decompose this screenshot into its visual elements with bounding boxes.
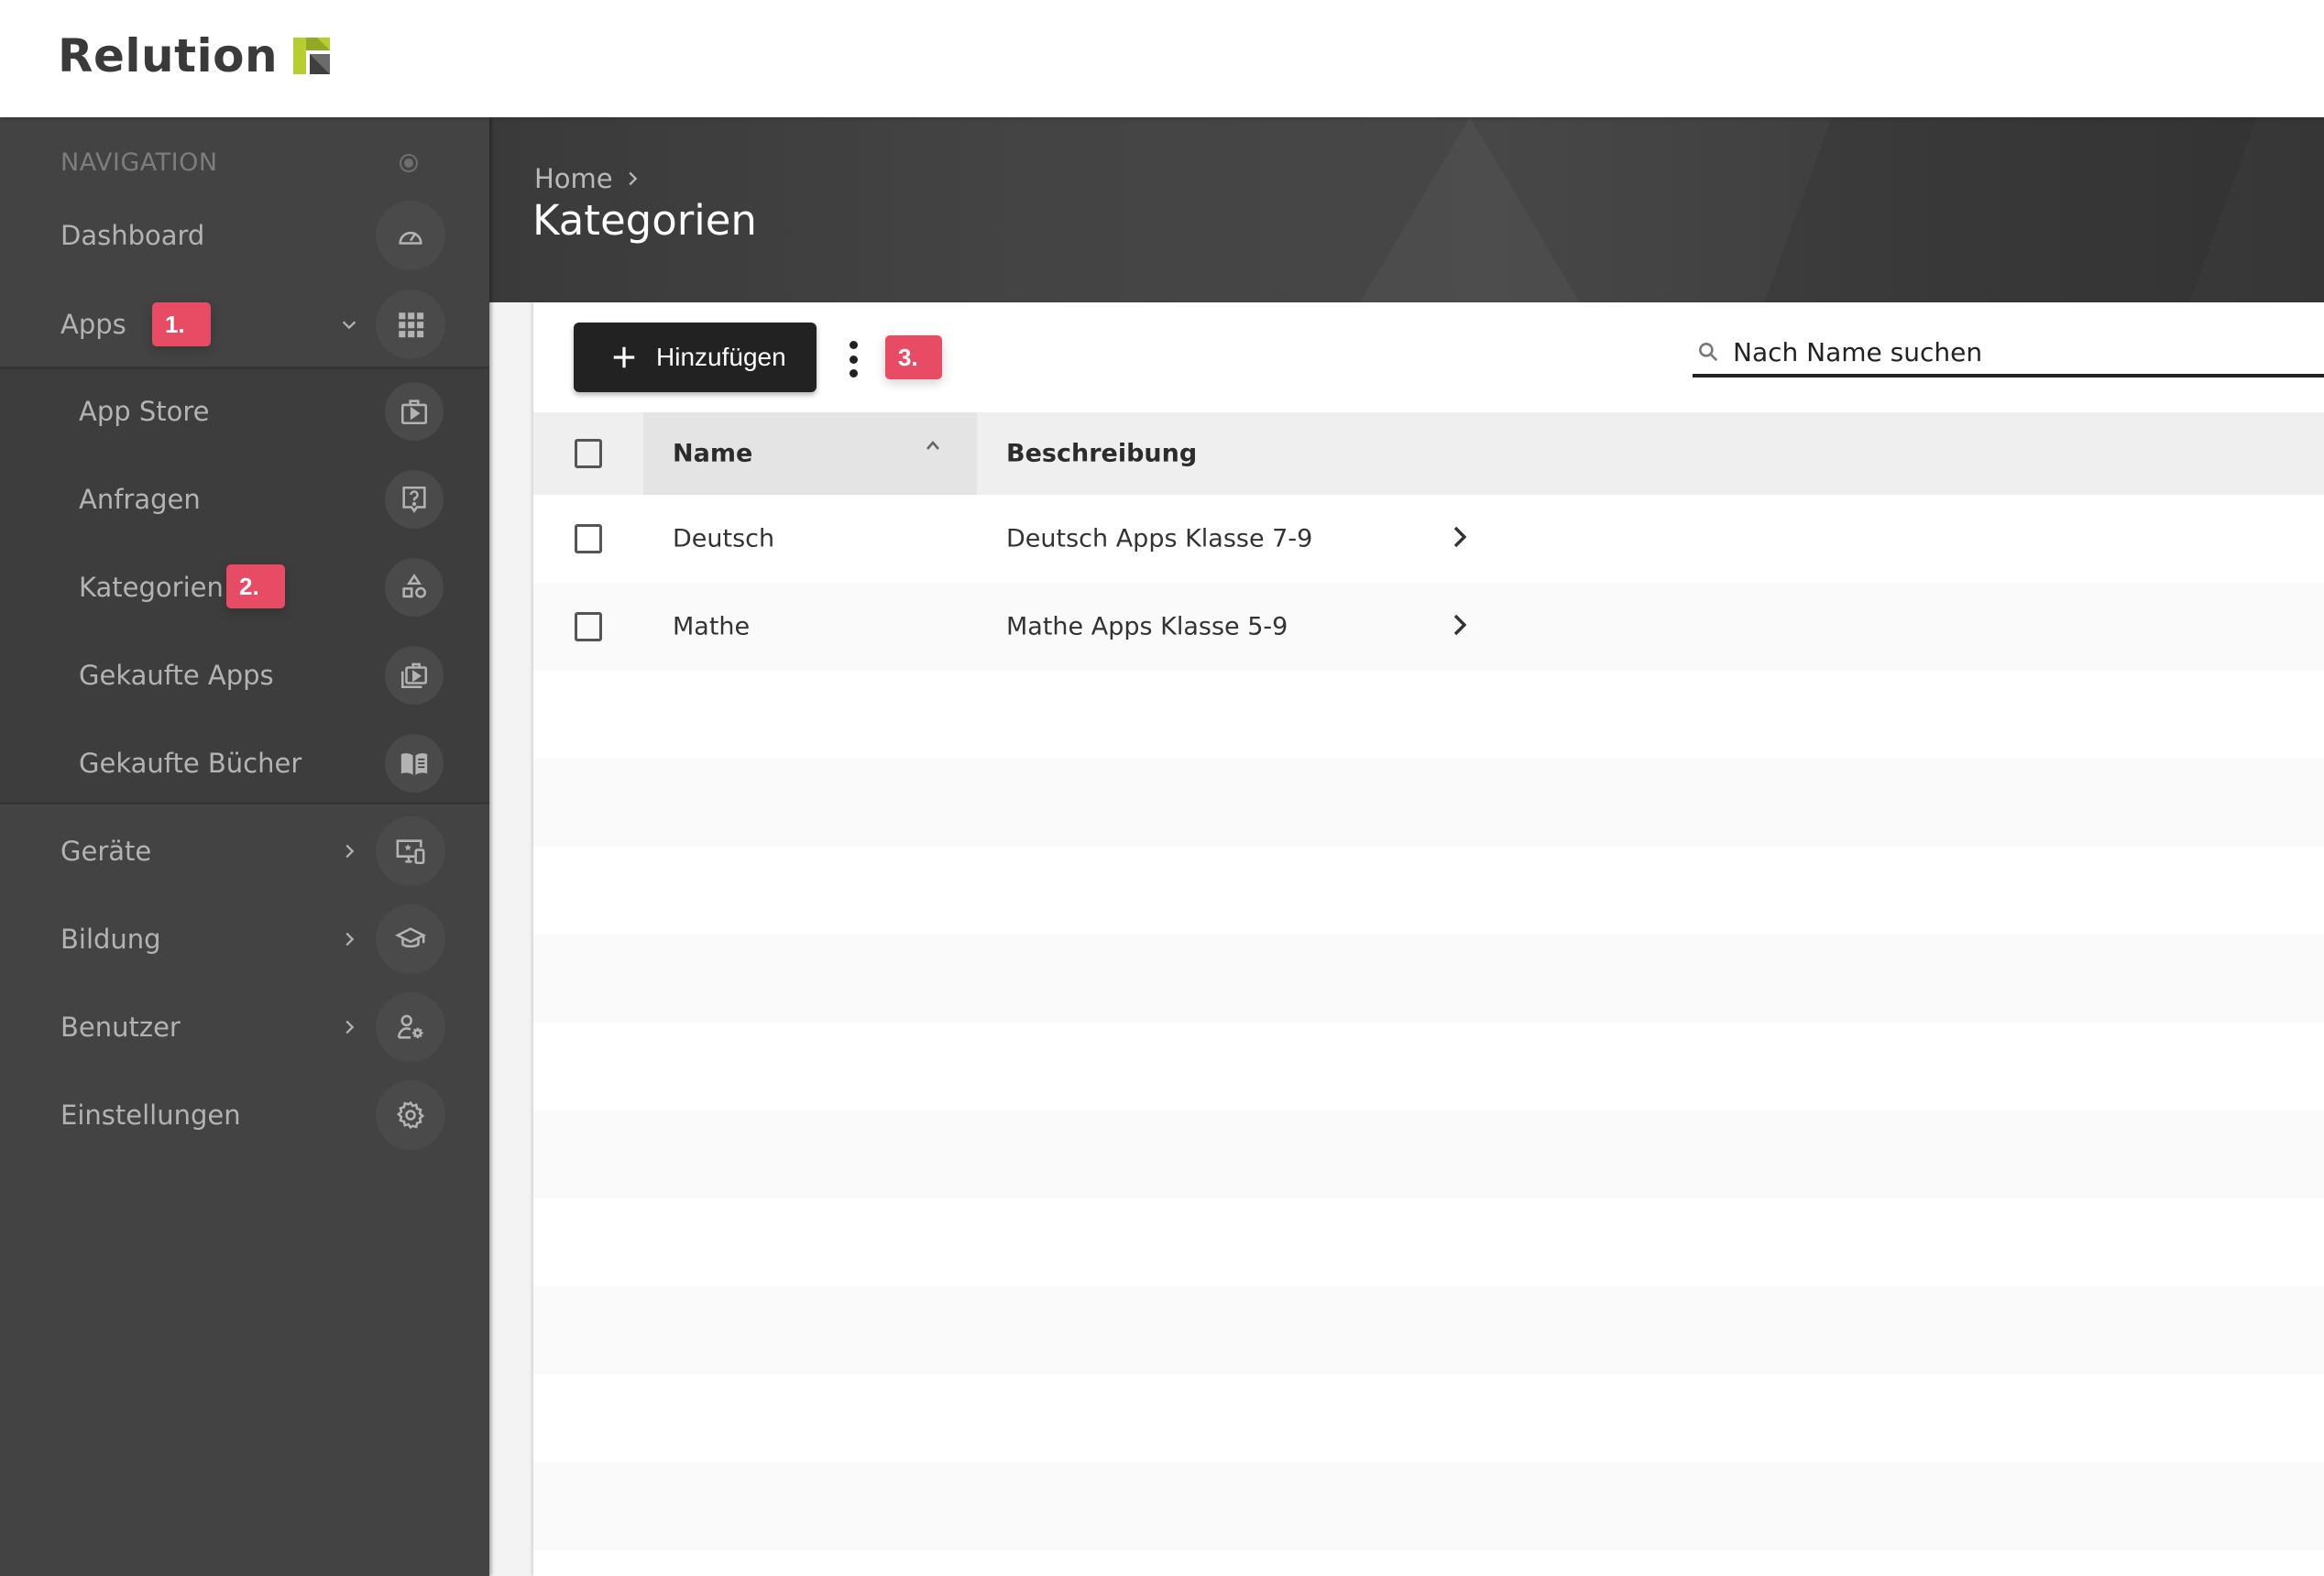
sidebar-item-label: Bildung bbox=[60, 924, 161, 955]
annotation-badge-1: 1. bbox=[152, 302, 211, 346]
empty-row bbox=[533, 1198, 2324, 1286]
table-header: Name Beschreibung bbox=[533, 412, 2324, 495]
empty-row bbox=[533, 671, 2324, 759]
search-input[interactable] bbox=[1733, 336, 2283, 367]
empty-row bbox=[533, 1286, 2324, 1374]
cell-name: Deutsch bbox=[673, 524, 775, 553]
sidebar-item-label: Benutzer bbox=[60, 1012, 181, 1043]
row-checkbox[interactable] bbox=[575, 612, 602, 641]
gear-icon bbox=[376, 1080, 445, 1150]
sidebar-item-anfragen[interactable]: Anfragen bbox=[0, 455, 489, 543]
cell-description: Mathe Apps Klasse 5-9 bbox=[1006, 612, 1288, 641]
sidebar-item-gekaufte-apps[interactable]: Gekaufte Apps bbox=[0, 631, 489, 719]
select-all-checkbox[interactable] bbox=[575, 439, 602, 468]
annotation-badge-3: 3. bbox=[885, 335, 942, 379]
sidebar-item-label: Einstellungen bbox=[60, 1100, 241, 1131]
table-row[interactable]: Mathe Mathe Apps Klasse 5-9 bbox=[533, 583, 2324, 671]
banner-decoration bbox=[1690, 117, 2324, 302]
sidebar-item-label: Kategorien bbox=[79, 572, 224, 603]
chevron-right-icon bbox=[345, 1020, 355, 1034]
chevron-right-icon[interactable] bbox=[1450, 524, 1470, 550]
graduation-cap-icon bbox=[376, 904, 445, 974]
row-checkbox[interactable] bbox=[575, 524, 602, 553]
empty-row bbox=[533, 1111, 2324, 1198]
sidebar-item-bildung[interactable]: Bildung bbox=[0, 895, 489, 983]
sidebar-item-label: Gekaufte Apps bbox=[79, 660, 274, 691]
breadcrumb-home-link[interactable]: Home bbox=[534, 163, 613, 194]
sidebar-item-label: App Store bbox=[79, 396, 210, 427]
sidebar-item-apps[interactable]: Apps 1. bbox=[0, 280, 489, 368]
pin-sidebar-icon[interactable] bbox=[400, 154, 418, 172]
sidebar-item-benutzer[interactable]: Benutzer bbox=[0, 983, 489, 1071]
empty-row bbox=[533, 1374, 2324, 1462]
column-header-beschreibung[interactable]: Beschreibung bbox=[1006, 440, 1197, 468]
annotation-badge-2: 2. bbox=[226, 564, 285, 608]
chevron-down-icon bbox=[342, 321, 356, 330]
user-settings-icon bbox=[376, 992, 445, 1062]
sidebar-item-dashboard[interactable]: Dashboard bbox=[0, 192, 489, 279]
chevron-right-icon[interactable] bbox=[1450, 612, 1470, 638]
dot bbox=[849, 341, 858, 349]
logo-mark-icon bbox=[293, 38, 331, 74]
apps-grid-icon bbox=[376, 290, 445, 359]
page-header-banner: Home Kategorien bbox=[489, 117, 2324, 302]
categories-panel: Hinzufügen 3. Name Beschreibung Deutsch … bbox=[533, 302, 2324, 1576]
empty-row bbox=[533, 759, 2324, 847]
sidebar-item-label: Anfragen bbox=[79, 484, 201, 515]
sidebar-item-geraete[interactable]: Geräte bbox=[0, 807, 489, 895]
cell-name: Mathe bbox=[673, 612, 751, 641]
column-header-name[interactable]: Name bbox=[673, 440, 752, 468]
plus-icon bbox=[613, 346, 635, 368]
sidebar-navigation: NAVIGATION Dashboard Apps 1. App Store A… bbox=[0, 117, 489, 1576]
search-icon bbox=[1699, 343, 1718, 362]
sidebar-item-label: Geräte bbox=[60, 836, 152, 867]
devices-icon bbox=[376, 816, 445, 886]
speedometer-icon bbox=[376, 201, 445, 270]
sidebar-item-label: Apps bbox=[60, 309, 126, 340]
book-icon bbox=[385, 734, 444, 793]
navigation-header: NAVIGATION bbox=[60, 148, 218, 177]
app-store-briefcase-icon bbox=[385, 382, 444, 441]
sidebar-item-label: Gekaufte Bücher bbox=[79, 748, 302, 779]
logo[interactable]: Relution bbox=[58, 29, 331, 82]
question-bubble-icon bbox=[385, 470, 444, 529]
sidebar-item-label: Dashboard bbox=[60, 220, 205, 251]
chevron-right-icon bbox=[345, 932, 355, 947]
more-options-button[interactable] bbox=[841, 341, 865, 378]
breadcrumb-chevron-icon bbox=[629, 171, 637, 186]
top-bar: Relution bbox=[0, 0, 2324, 117]
chevron-right-icon bbox=[345, 844, 355, 859]
empty-row bbox=[533, 1023, 2324, 1111]
dot bbox=[849, 369, 858, 378]
add-button-label: Hinzufügen bbox=[656, 343, 786, 371]
empty-row bbox=[533, 847, 2324, 935]
sidebar-item-einstellungen[interactable]: Einstellungen bbox=[0, 1071, 489, 1159]
logo-text: Relution bbox=[58, 29, 279, 82]
sidebar-item-app-store[interactable]: App Store bbox=[0, 367, 489, 455]
purchased-apps-icon bbox=[385, 646, 444, 705]
empty-row bbox=[533, 935, 2324, 1023]
search-field[interactable] bbox=[1693, 330, 2324, 378]
banner-decoration bbox=[1360, 117, 1580, 302]
sidebar-item-gekaufte-buecher[interactable]: Gekaufte Bücher bbox=[0, 719, 489, 807]
dot bbox=[849, 355, 858, 364]
page-title: Kategorien bbox=[532, 196, 757, 245]
shapes-icon bbox=[385, 558, 444, 617]
table-row[interactable]: Deutsch Deutsch Apps Klasse 7-9 bbox=[533, 495, 2324, 583]
sort-ascending-icon[interactable] bbox=[924, 438, 942, 453]
empty-row bbox=[533, 1462, 2324, 1550]
sidebar-item-kategorien[interactable]: Kategorien 2. bbox=[0, 543, 489, 631]
breadcrumb: Home bbox=[534, 163, 642, 194]
add-button[interactable]: Hinzufügen bbox=[574, 323, 817, 392]
cell-description: Deutsch Apps Klasse 7-9 bbox=[1006, 524, 1313, 553]
